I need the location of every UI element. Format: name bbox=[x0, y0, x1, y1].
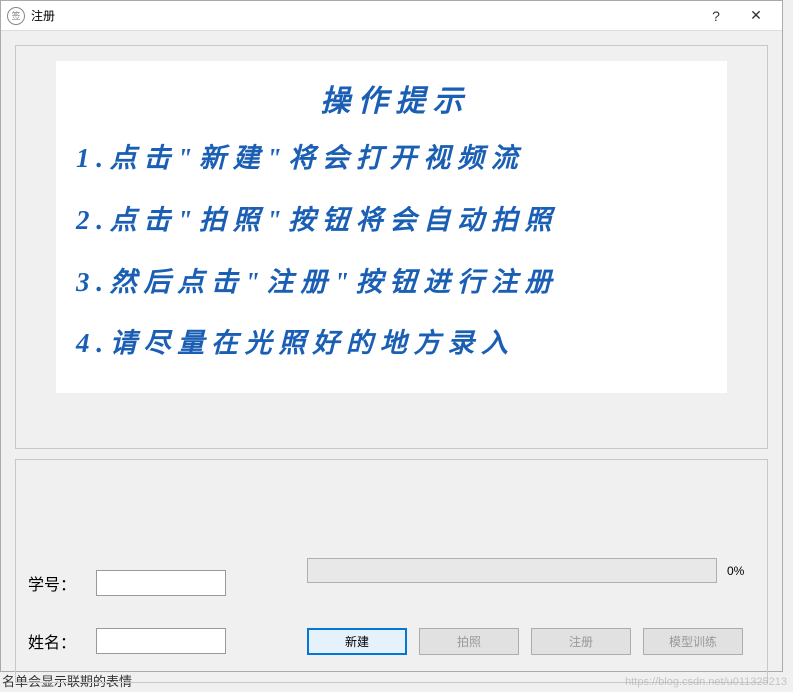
instruction-inner: 操 作 提 示 1 . 点 击 " 新 建 " 将 会 打 开 视 频 流 2 … bbox=[56, 61, 727, 393]
name-label: 姓名： bbox=[28, 629, 90, 653]
student-id-label: 学号： bbox=[28, 571, 90, 595]
instruction-heading: 操 作 提 示 bbox=[76, 76, 707, 120]
form-panel: 0% 学号： 姓名： 新建 拍照 注册 模型训练 bbox=[15, 459, 768, 683]
instruction-line-2: 2 . 点 击 " 拍 照 " 按 钮 将 会 自 动 拍 照 bbox=[76, 202, 707, 240]
instruction-line-3: 3 . 然 后 点 击 " 注 册 " 按 钮 进 行 注 册 bbox=[76, 264, 707, 302]
register-button[interactable]: 注册 bbox=[531, 628, 631, 655]
name-row: 姓名： bbox=[28, 628, 226, 654]
progress-bar bbox=[307, 558, 717, 583]
student-id-row: 学号： bbox=[28, 570, 226, 596]
instruction-panel: 操 作 提 示 1 . 点 击 " 新 建 " 将 会 打 开 视 频 流 2 … bbox=[15, 45, 768, 449]
train-button[interactable]: 模型训练 bbox=[643, 628, 743, 655]
titlebar: 签 注册 ? ✕ bbox=[1, 1, 782, 31]
instruction-line-4: 4 . 请 尽 量 在 光 照 好 的 地 方 录 入 bbox=[76, 325, 707, 363]
capture-button[interactable]: 拍照 bbox=[419, 628, 519, 655]
titlebar-controls: ? ✕ bbox=[696, 3, 776, 29]
new-button[interactable]: 新建 bbox=[307, 628, 407, 655]
progress-row: 0% bbox=[307, 558, 744, 583]
close-button[interactable]: ✕ bbox=[736, 3, 776, 29]
watermark-text: https://blog.csdn.net/u011325213 bbox=[625, 676, 787, 688]
name-input[interactable] bbox=[96, 628, 226, 654]
window-icon: 签 bbox=[7, 7, 25, 25]
window-title: 注册 bbox=[31, 7, 696, 24]
progress-percent-label: 0% bbox=[727, 564, 744, 578]
student-id-input[interactable] bbox=[96, 570, 226, 596]
help-button[interactable]: ? bbox=[696, 3, 736, 29]
dialog-window: 签 注册 ? ✕ 操 作 提 示 1 . 点 击 " 新 建 " 将 会 打 开… bbox=[0, 0, 783, 672]
button-row: 新建 拍照 注册 模型训练 bbox=[307, 628, 743, 655]
instruction-line-1: 1 . 点 击 " 新 建 " 将 会 打 开 视 频 流 bbox=[76, 140, 707, 178]
